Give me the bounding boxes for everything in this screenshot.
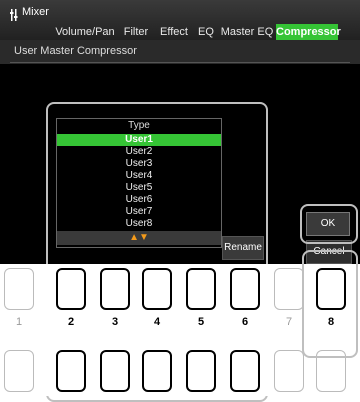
upper-button-4[interactable] [142, 268, 172, 310]
button-number-2: 2 [67, 316, 75, 328]
upper-button-2[interactable] [56, 268, 86, 310]
tab-filter[interactable]: Filter [118, 24, 154, 40]
lower-button-5[interactable] [186, 350, 216, 392]
upper-button-1[interactable] [4, 268, 34, 310]
tab-compressor[interactable]: Compressor [276, 24, 341, 40]
tab-master-eq[interactable]: Master EQ [220, 24, 274, 40]
tab-effect[interactable]: Effect [156, 24, 192, 40]
button-number-5: 5 [197, 316, 205, 328]
page-subtitle: User Master Compressor [14, 45, 137, 57]
upper-button-6[interactable] [230, 268, 260, 310]
divider [10, 62, 350, 63]
page-subtitle-bar: User Master Compressor [0, 40, 360, 64]
upper-button-5[interactable] [186, 268, 216, 310]
button-number-1: 1 [15, 316, 23, 328]
upper-button-3[interactable] [100, 268, 130, 310]
lower-button-1[interactable] [4, 350, 34, 392]
tab-eq[interactable]: EQ [194, 24, 218, 40]
lower-button-4[interactable] [142, 350, 172, 392]
tab-bar: Volume/Pan Filter Effect EQ Master EQ Co… [0, 24, 360, 40]
button-number-7: 7 [285, 316, 293, 328]
button-number-6: 6 [241, 316, 249, 328]
button-8-highlight-frame [302, 250, 358, 358]
ok-highlight-frame [300, 204, 358, 244]
button-number-3: 3 [111, 316, 119, 328]
button-number-4: 4 [153, 316, 161, 328]
app-title: Mixer [22, 6, 49, 18]
lower-button-2[interactable] [56, 350, 86, 392]
tab-volume-pan[interactable]: Volume/Pan [54, 24, 116, 40]
upper-button-7[interactable] [274, 268, 304, 310]
lower-button-6[interactable] [230, 350, 260, 392]
lower-button-7[interactable] [274, 350, 304, 392]
mixer-icon [10, 9, 18, 21]
lower-button-3[interactable] [100, 350, 130, 392]
